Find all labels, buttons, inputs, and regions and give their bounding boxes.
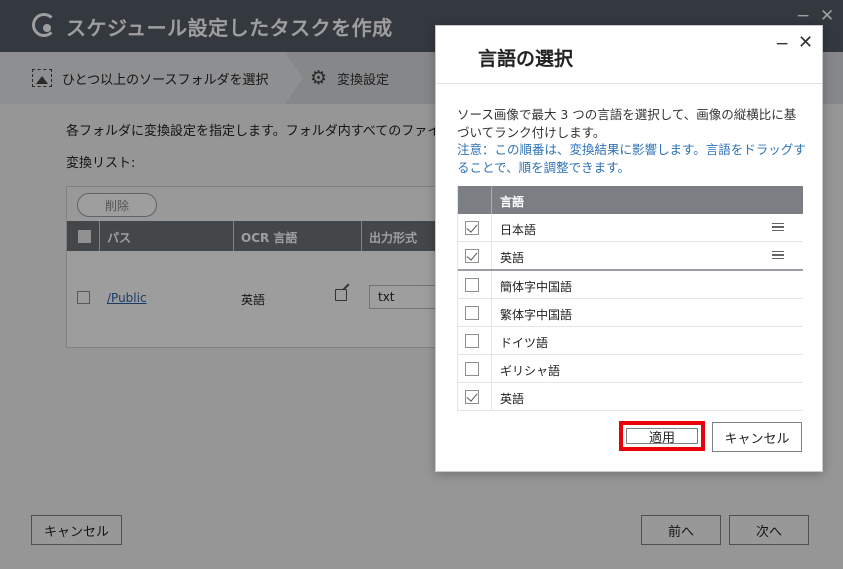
dialog-description: ソース画像で最大 3 つの言語を選択して、画像の縦横比に基づいてランク付けします… — [457, 107, 797, 140]
minimize-icon[interactable]: − — [775, 34, 789, 54]
language-row[interactable]: 繁体字中国語 — [458, 299, 803, 327]
language-label: 繁体字中国語 — [500, 308, 573, 322]
dialog-title: 言語の選択 — [478, 48, 574, 70]
drag-handle-icon[interactable] — [772, 251, 784, 259]
language-label: 英語 — [500, 392, 525, 406]
language-label: ドイツ語 — [500, 336, 549, 350]
column-divider — [491, 271, 492, 299]
dialog-cancel-button[interactable]: キャンセル — [712, 422, 802, 452]
language-column-header: 言語 — [500, 195, 525, 209]
language-table: 言語 日本語 英語 簡体字中国語 繁体字中国語 ドイツ語 ギリシャ語 英語 — [457, 186, 803, 412]
language-row-ranked[interactable]: 英語 — [458, 242, 803, 270]
apply-button-border — [626, 428, 698, 444]
language-row[interactable]: 英語 — [458, 383, 803, 411]
divider — [436, 83, 822, 84]
column-divider — [491, 327, 492, 355]
language-checkbox[interactable] — [465, 249, 479, 263]
column-divider — [491, 214, 492, 242]
language-checkbox[interactable] — [465, 334, 479, 348]
column-divider — [491, 299, 492, 327]
language-row[interactable]: 簡体字中国語 — [458, 271, 803, 299]
language-select-dialog: 言語の選択 − ✕ ソース画像で最大 3 つの言語を選択して、画像の縦横比に基づ… — [435, 25, 823, 472]
language-checkbox[interactable] — [465, 278, 479, 292]
column-divider — [491, 355, 492, 383]
column-divider — [491, 242, 492, 270]
close-icon[interactable]: ✕ — [798, 32, 813, 53]
language-row[interactable]: ドイツ語 — [458, 327, 803, 355]
language-row-ranked[interactable]: 日本語 — [458, 214, 803, 242]
apply-button[interactable]: 適用 — [619, 421, 705, 451]
column-divider — [491, 186, 492, 214]
language-checkbox[interactable] — [465, 221, 479, 235]
language-checkbox[interactable] — [465, 306, 479, 320]
column-divider — [491, 383, 492, 411]
language-checkbox[interactable] — [465, 362, 479, 376]
language-label: 英語 — [500, 251, 525, 265]
language-checkbox[interactable] — [465, 390, 479, 404]
language-table-header: 言語 — [458, 186, 803, 214]
language-row[interactable]: ギリシャ語 — [458, 355, 803, 383]
language-label: 簡体字中国語 — [500, 280, 573, 294]
drag-handle-icon[interactable] — [772, 223, 784, 231]
dialog-note: 注意：この順番は、変換結果に影響します。言語をドラッグすることで、順を調整できま… — [457, 142, 806, 175]
language-label: 日本語 — [500, 223, 537, 237]
language-label: ギリシャ語 — [500, 364, 561, 378]
